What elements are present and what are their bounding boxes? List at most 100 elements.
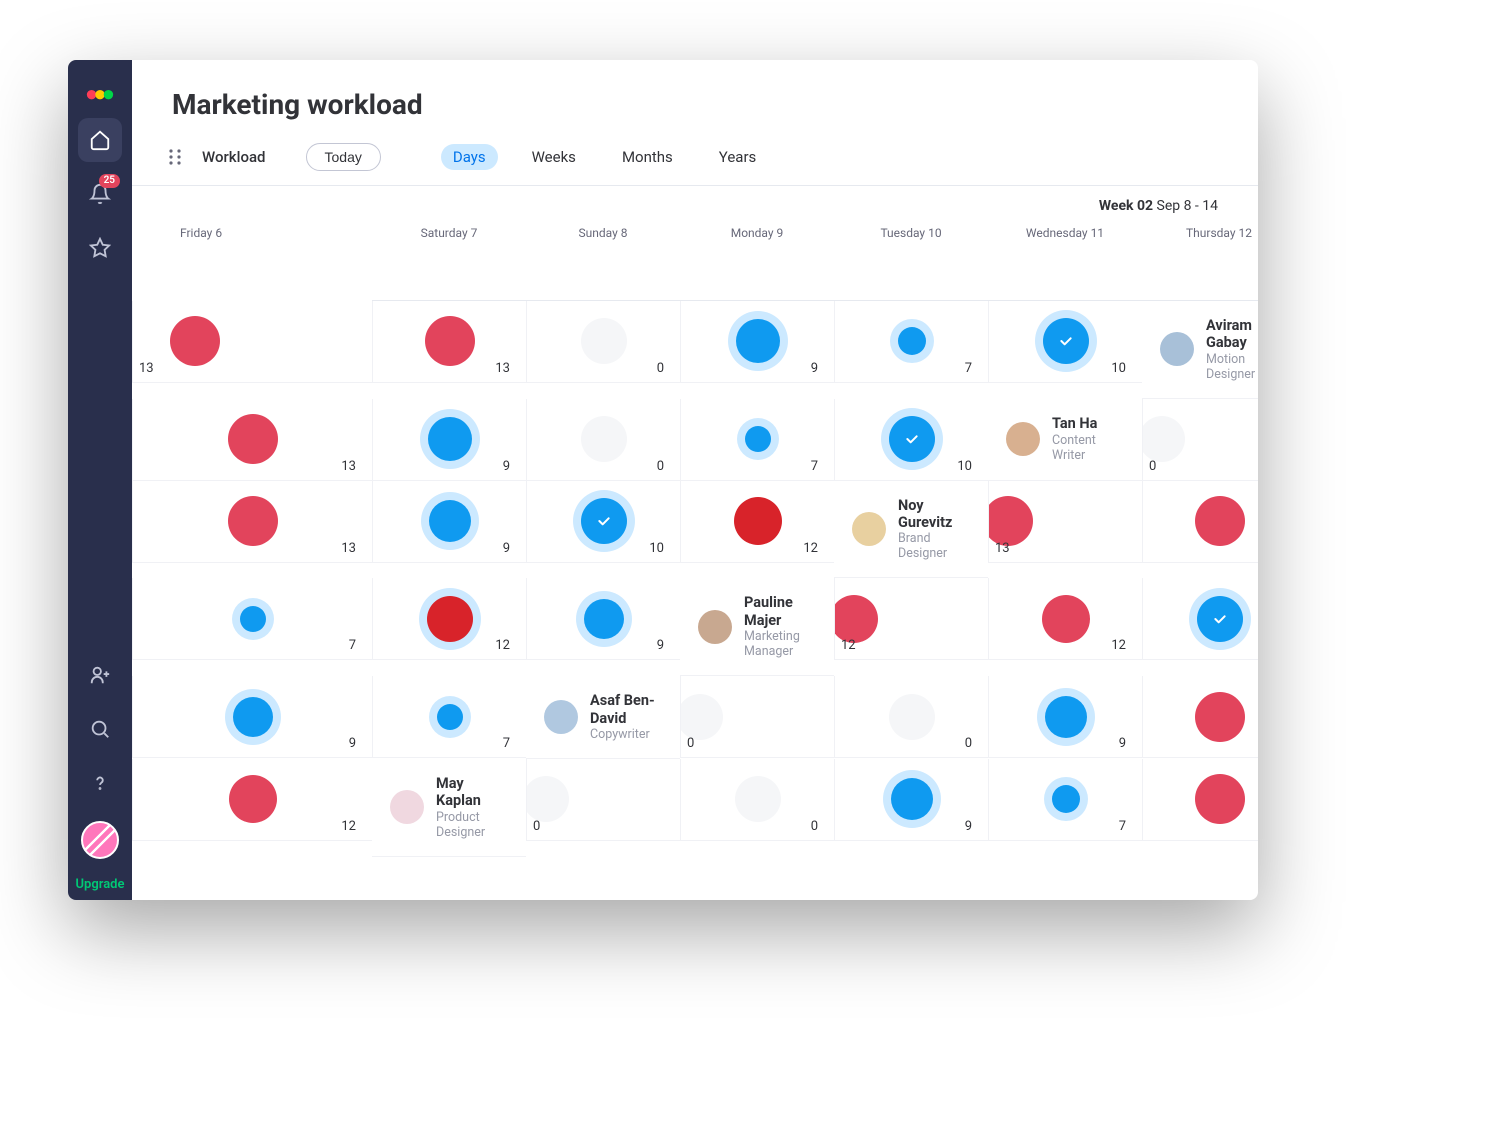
drag-handle-icon[interactable] [168,148,182,166]
workload-bubble[interactable] [1195,496,1245,546]
workload-cell[interactable]: 12 [372,578,526,660]
workload-bubble[interactable] [1195,774,1245,824]
workload-bubble[interactable] [1052,785,1080,813]
workload-value: 13 [995,541,1010,556]
workload-cell[interactable]: 0 [680,759,834,841]
person-cell[interactable]: May KaplanProduct Designer [372,759,526,857]
workload-cell[interactable]: 7 [132,578,372,660]
workload-bubble[interactable] [834,595,878,643]
workload-bubble[interactable] [240,606,266,632]
range-tab-days[interactable]: Days [441,144,498,170]
workload-cell[interactable]: 0 [526,759,680,841]
workload-bubble[interactable] [228,414,278,464]
workload-cell[interactable]: 0 [526,301,680,383]
workload-cell[interactable]: 13 [132,481,372,563]
nav-notifications[interactable]: 25 [78,172,122,216]
workload-bubble[interactable] [745,426,771,452]
workload-bubble[interactable] [427,596,473,642]
workload-cell[interactable]: 12 [680,481,834,563]
workload-cell[interactable]: 9 [834,759,988,841]
workload-cell[interactable]: 0 [680,676,834,758]
workload-cell[interactable]: 9 [680,301,834,383]
workload-value: 7 [503,736,510,751]
workload-value: 9 [349,736,356,751]
person-name: Pauline Majer [744,594,816,629]
workload-bubble[interactable] [735,776,781,822]
workload-cell[interactable]: 9 [988,676,1142,758]
range-tab-weeks[interactable]: Weeks [520,144,588,170]
nav-favorites[interactable] [78,226,122,270]
workload-cell[interactable]: 7 [680,399,834,481]
workload-bubble[interactable] [889,694,935,740]
person-cell[interactable]: Aviram GabayMotion Designer [1142,301,1258,399]
person-cell[interactable]: Pauline MajerMarketing Manager [680,578,834,676]
person-cell[interactable]: Noy GurevitzBrand Designer [834,481,988,579]
workload-bubble[interactable] [1042,595,1090,643]
workload-bubble[interactable] [891,778,933,820]
workload-cell[interactable]: 13 [1142,676,1258,758]
toolbar: Workload Today DaysWeeksMonthsYears [132,133,1258,186]
workload-cell[interactable]: 12 [132,759,372,841]
workload-cell[interactable]: 7 [372,676,526,758]
upgrade-button[interactable]: Upgrade [76,877,125,892]
workload-bubble[interactable] [437,704,463,730]
workload-bubble[interactable] [229,775,277,823]
app-window: 25 Upgrade Marketing workload Workload T… [68,60,1258,900]
workload-cell[interactable]: 7 [988,759,1142,841]
person-cell[interactable]: Tan HaContent Writer [988,399,1142,481]
workload-bubble[interactable] [526,776,569,822]
workload-bubble[interactable] [429,500,471,542]
workload-cell[interactable]: 10 [988,301,1142,383]
workload-bubble[interactable] [1197,596,1243,642]
workload-bubble[interactable] [889,416,935,462]
workload-bubble[interactable] [680,694,723,740]
workload-bubble[interactable] [1045,696,1087,738]
workload-bubble[interactable] [734,497,782,545]
workload-bubble[interactable] [428,417,472,461]
workload-cell[interactable]: 13 [132,301,372,383]
workload-bubble[interactable] [1195,692,1245,742]
user-avatar[interactable] [81,821,119,859]
workload-cell[interactable]: 9 [372,399,526,481]
workload-cell[interactable]: 0 [526,399,680,481]
today-button[interactable]: Today [306,143,381,171]
workload-bubble[interactable] [425,316,475,366]
workload-cell[interactable]: 9 [526,578,680,660]
workload-cell[interactable]: 9 [372,481,526,563]
workload-cell[interactable]: 13 [988,481,1142,563]
workload-bubble[interactable] [898,327,926,355]
workload-cell[interactable]: 0 [1142,399,1258,481]
workload-cell[interactable]: 12 [834,578,988,660]
nav-home[interactable] [78,118,122,162]
workload-bubble[interactable] [581,498,627,544]
person-cell[interactable]: Asaf Ben-DavidCopywriter [526,676,680,759]
workload-bubble[interactable] [170,316,220,366]
workload-cell[interactable]: 13 [1142,759,1258,841]
workload-cell[interactable]: 10 [834,399,988,481]
workload-bubble[interactable] [736,319,780,363]
workload-bubble[interactable] [581,416,627,462]
workload-bubble[interactable] [988,496,1033,546]
workload-cell[interactable]: 0 [834,676,988,758]
nav-help[interactable] [78,761,122,805]
workload-bubble[interactable] [1043,318,1089,364]
workload-cell[interactable]: 9 [132,676,372,758]
range-tab-months[interactable]: Months [610,144,685,170]
workload-bubble[interactable] [228,496,278,546]
workload-bubble[interactable] [1142,416,1185,462]
workload-cell[interactable]: 10 [1142,578,1258,660]
nav-invite[interactable] [78,653,122,697]
person-avatar [852,512,886,546]
workload-bubble[interactable] [584,599,624,639]
workload-cell[interactable]: 13 [1142,481,1258,563]
workload-value: 0 [965,736,972,751]
workload-cell[interactable]: 13 [372,301,526,383]
range-tab-years[interactable]: Years [707,144,768,170]
nav-search[interactable] [78,707,122,751]
workload-cell[interactable]: 10 [526,481,680,563]
workload-cell[interactable]: 12 [988,578,1142,660]
workload-cell[interactable]: 13 [132,399,372,481]
workload-cell[interactable]: 7 [834,301,988,383]
workload-bubble[interactable] [233,697,273,737]
workload-bubble[interactable] [581,318,627,364]
